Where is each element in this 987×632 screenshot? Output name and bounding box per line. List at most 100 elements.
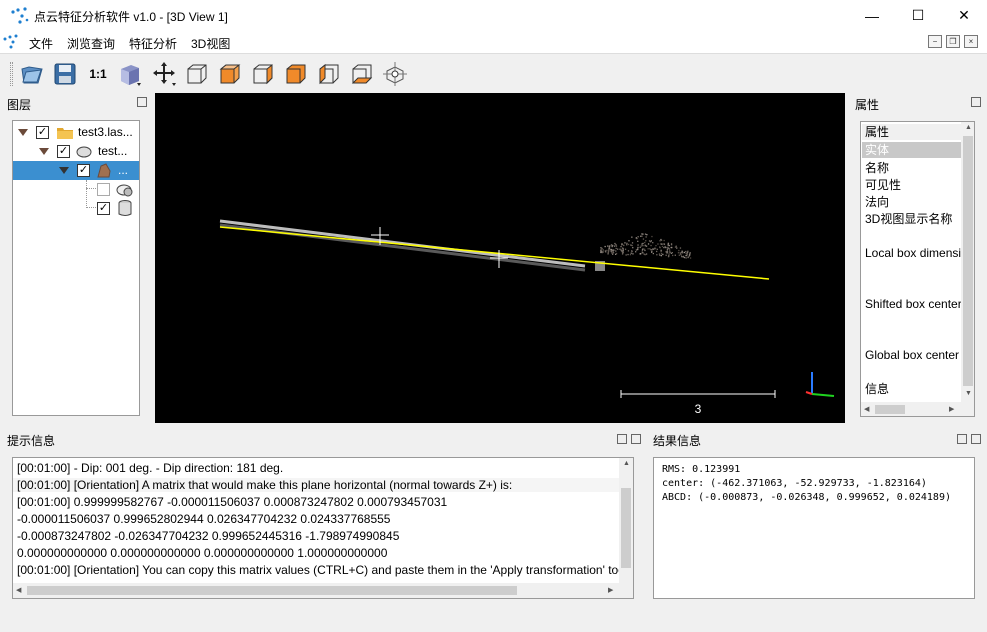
maximize-button[interactable]: ☐ xyxy=(895,0,941,31)
tree-row-database[interactable]: ✓ xyxy=(13,199,139,218)
layers-float-button[interactable] xyxy=(137,97,147,107)
scrollbar-thumb[interactable] xyxy=(27,586,517,595)
cloud-point xyxy=(665,251,667,253)
cloud-point xyxy=(644,244,646,246)
cloud-point xyxy=(632,253,634,255)
expand-arrow-icon[interactable] xyxy=(18,129,28,136)
console-float-button[interactable] xyxy=(617,434,627,444)
toolbar-grip xyxy=(10,62,13,86)
mdi-close-button[interactable]: × xyxy=(964,35,978,48)
title-bar: 点云特征分析软件 v1.0 - [3D View 1] — ☐ ✕ xyxy=(0,0,987,31)
console-log[interactable]: [00:01:00] - Dip: 001 deg. - Dip directi… xyxy=(12,457,634,599)
front-view-icon[interactable] xyxy=(183,60,211,88)
mdi-minimize-button[interactable]: − xyxy=(928,35,942,48)
tree-row-point-cloud[interactable]: ✓ test... xyxy=(13,142,139,161)
cloud-point xyxy=(600,251,602,253)
visibility-checkbox[interactable]: ✓ xyxy=(36,126,49,139)
tree-row-selected[interactable]: ✓ ... xyxy=(13,161,139,180)
top-view-icon[interactable] xyxy=(216,60,244,88)
scrollbar-thumb[interactable] xyxy=(963,136,973,386)
mdi-restore-button[interactable]: ❐ xyxy=(946,35,960,48)
cloud-point xyxy=(645,236,647,238)
result-float-button[interactable] xyxy=(957,434,967,444)
console-close-button[interactable] xyxy=(631,434,641,444)
prop-row-shifted-center[interactable]: Shifted box center xyxy=(862,296,962,312)
cloud-point xyxy=(626,242,628,244)
cloud-point xyxy=(678,249,680,252)
properties-hscrollbar[interactable]: ◀ ▶ xyxy=(861,402,974,416)
scroll-down-icon[interactable]: ▼ xyxy=(965,390,972,397)
minimize-button[interactable]: — xyxy=(849,0,895,31)
menu-browse-query[interactable]: 浏览查询 xyxy=(67,35,115,52)
prop-row-local-box[interactable]: Local box dimensions xyxy=(862,245,962,261)
console-vscrollbar[interactable]: ▲ xyxy=(619,458,633,583)
rotation-center-icon[interactable] xyxy=(381,60,409,88)
cloud-point xyxy=(639,253,641,255)
scroll-left-icon[interactable]: ◀ xyxy=(16,586,21,594)
move-pointer-icon[interactable] xyxy=(151,60,179,88)
scroll-up-icon[interactable]: ▲ xyxy=(965,124,972,131)
visibility-checkbox[interactable]: ✓ xyxy=(57,145,70,158)
expand-arrow-icon[interactable] xyxy=(59,167,69,174)
prop-row-entity[interactable]: 实体 xyxy=(862,142,962,158)
cloud-point xyxy=(642,242,644,245)
console-hscrollbar[interactable]: ◀ ▶ xyxy=(13,583,633,598)
scroll-left-icon[interactable]: ◀ xyxy=(864,405,869,413)
cloud-point xyxy=(670,243,673,245)
cube-view-icon[interactable] xyxy=(116,60,144,88)
right-view-icon[interactable] xyxy=(315,60,343,88)
scroll-right-icon[interactable]: ▶ xyxy=(608,586,613,594)
result-output[interactable]: RMS: 0.123991 center: (-462.371063, -52.… xyxy=(653,457,975,599)
menu-3d-view[interactable]: 3D视图 xyxy=(191,35,230,52)
properties-float-button[interactable] xyxy=(971,97,981,107)
properties-vscrollbar[interactable]: ▲ ▼ xyxy=(961,122,974,402)
one-to-one-icon[interactable]: 1:1 xyxy=(84,60,112,88)
cloud-point xyxy=(668,244,670,247)
result-close-button[interactable] xyxy=(971,434,981,444)
prop-row-name[interactable]: 名称 xyxy=(862,160,962,176)
cloud-point xyxy=(644,233,647,235)
cloud-point xyxy=(671,246,673,249)
plane-icon xyxy=(116,184,133,197)
menu-feature-analysis[interactable]: 特征分析 xyxy=(129,35,177,52)
cloud-point xyxy=(665,254,667,256)
cloud-point xyxy=(687,251,689,253)
back-view-icon[interactable] xyxy=(282,60,310,88)
cloud-point xyxy=(629,254,632,256)
prop-row-global-center[interactable]: Global box center xyxy=(862,347,962,363)
cloud-point xyxy=(659,246,661,248)
tree-row-test3-las[interactable]: ✓ test3.las... xyxy=(13,123,139,142)
visibility-checkbox[interactable]: ✓ xyxy=(97,202,110,215)
scrollbar-thumb[interactable] xyxy=(875,405,905,414)
prop-row-info[interactable]: 信息 xyxy=(862,381,962,397)
left-view-icon[interactable] xyxy=(249,60,277,88)
open-folder-icon[interactable] xyxy=(18,60,46,88)
console-line: 0.000000000000 0.000000000000 0.00000000… xyxy=(17,546,388,560)
visibility-checkbox[interactable]: ✓ xyxy=(77,164,90,177)
menu-file[interactable]: 文件 xyxy=(29,35,53,52)
close-button[interactable]: ✕ xyxy=(941,0,987,31)
save-icon[interactable] xyxy=(51,60,79,88)
database-icon xyxy=(118,200,132,216)
expand-arrow-icon[interactable] xyxy=(39,148,49,155)
cloud-point xyxy=(667,242,669,245)
cloud-point xyxy=(663,243,666,245)
3d-viewport[interactable]: 3 xyxy=(155,93,845,423)
prop-row-normals[interactable]: 法向 xyxy=(862,194,962,210)
scroll-right-icon[interactable]: ▶ xyxy=(949,405,954,413)
prop-row-visibility[interactable]: 可见性 xyxy=(862,177,962,193)
tree-row-plane[interactable] xyxy=(13,180,139,199)
scroll-up-icon[interactable]: ▲ xyxy=(623,460,630,467)
bottom-view-icon[interactable] xyxy=(348,60,376,88)
scrollbar-thumb[interactable] xyxy=(621,488,631,568)
cloud-point xyxy=(663,239,665,242)
cloud-point xyxy=(637,246,639,249)
cloud-point xyxy=(651,251,653,253)
visibility-checkbox[interactable] xyxy=(97,183,110,196)
cloud-point xyxy=(604,245,606,248)
cloud-point xyxy=(657,243,659,245)
cloud-point xyxy=(631,242,634,244)
cloud-point xyxy=(676,247,678,249)
prop-row-3d-name[interactable]: 3D视图显示名称 xyxy=(862,211,962,227)
cloud-point xyxy=(612,244,614,247)
